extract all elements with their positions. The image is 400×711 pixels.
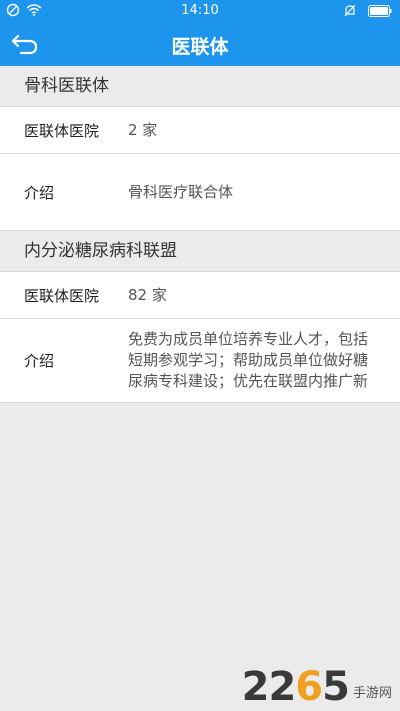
battery-icon — [368, 4, 392, 17]
mute-bell-icon — [344, 4, 356, 17]
section-header: 内分泌糖尿病科联盟 — [0, 231, 400, 272]
section-header: 骨科医联体 — [0, 66, 400, 107]
status-time: 14:10 — [181, 3, 219, 18]
hospitals-value: 2 家 — [128, 120, 158, 139]
intro-value: 骨科医疗联合体 — [128, 182, 234, 201]
watermark-logo: 2265 手游网 — [242, 667, 392, 707]
intro-label: 介绍 — [24, 352, 55, 370]
watermark-digits: 2265 — [241, 664, 350, 710]
watermark-digits-a: 22 — [241, 664, 297, 710]
watermark-digits-c: 5 — [322, 664, 350, 710]
watermark-digits-b: 6 — [295, 664, 323, 710]
intro-value: 免费为成员单位培养专业人才，包括短期参观学习；帮助成员单位做好糖尿病专科建设；优… — [128, 330, 369, 390]
intro-row: 介绍 骨科医疗联合体 — [0, 154, 400, 231]
status-right-icons — [344, 4, 392, 17]
status-bar: 14:10 — [0, 0, 400, 22]
watermark-suffix: 手游网 — [352, 686, 392, 701]
content: 骨科医联体 医联体医院 2 家 介绍 骨科医疗联合体 内分泌糖尿病科联盟 医联体… — [0, 66, 400, 403]
hospitals-row: 医联体医院 2 家 — [0, 107, 400, 154]
hospitals-value: 82 家 — [128, 285, 167, 304]
page-title: 医联体 — [171, 36, 229, 58]
hospitals-row: 医联体医院 82 家 — [0, 272, 400, 319]
hospitals-label: 医联体医院 — [24, 121, 100, 140]
intro-row: 介绍 免费为成员单位培养专业人才，包括短期参观学习；帮助成员单位做好糖尿病专科建… — [0, 319, 400, 403]
hospitals-label: 医联体医院 — [24, 286, 100, 305]
intro-label: 介绍 — [24, 183, 55, 202]
nav-bar: 医联体 — [0, 22, 400, 66]
